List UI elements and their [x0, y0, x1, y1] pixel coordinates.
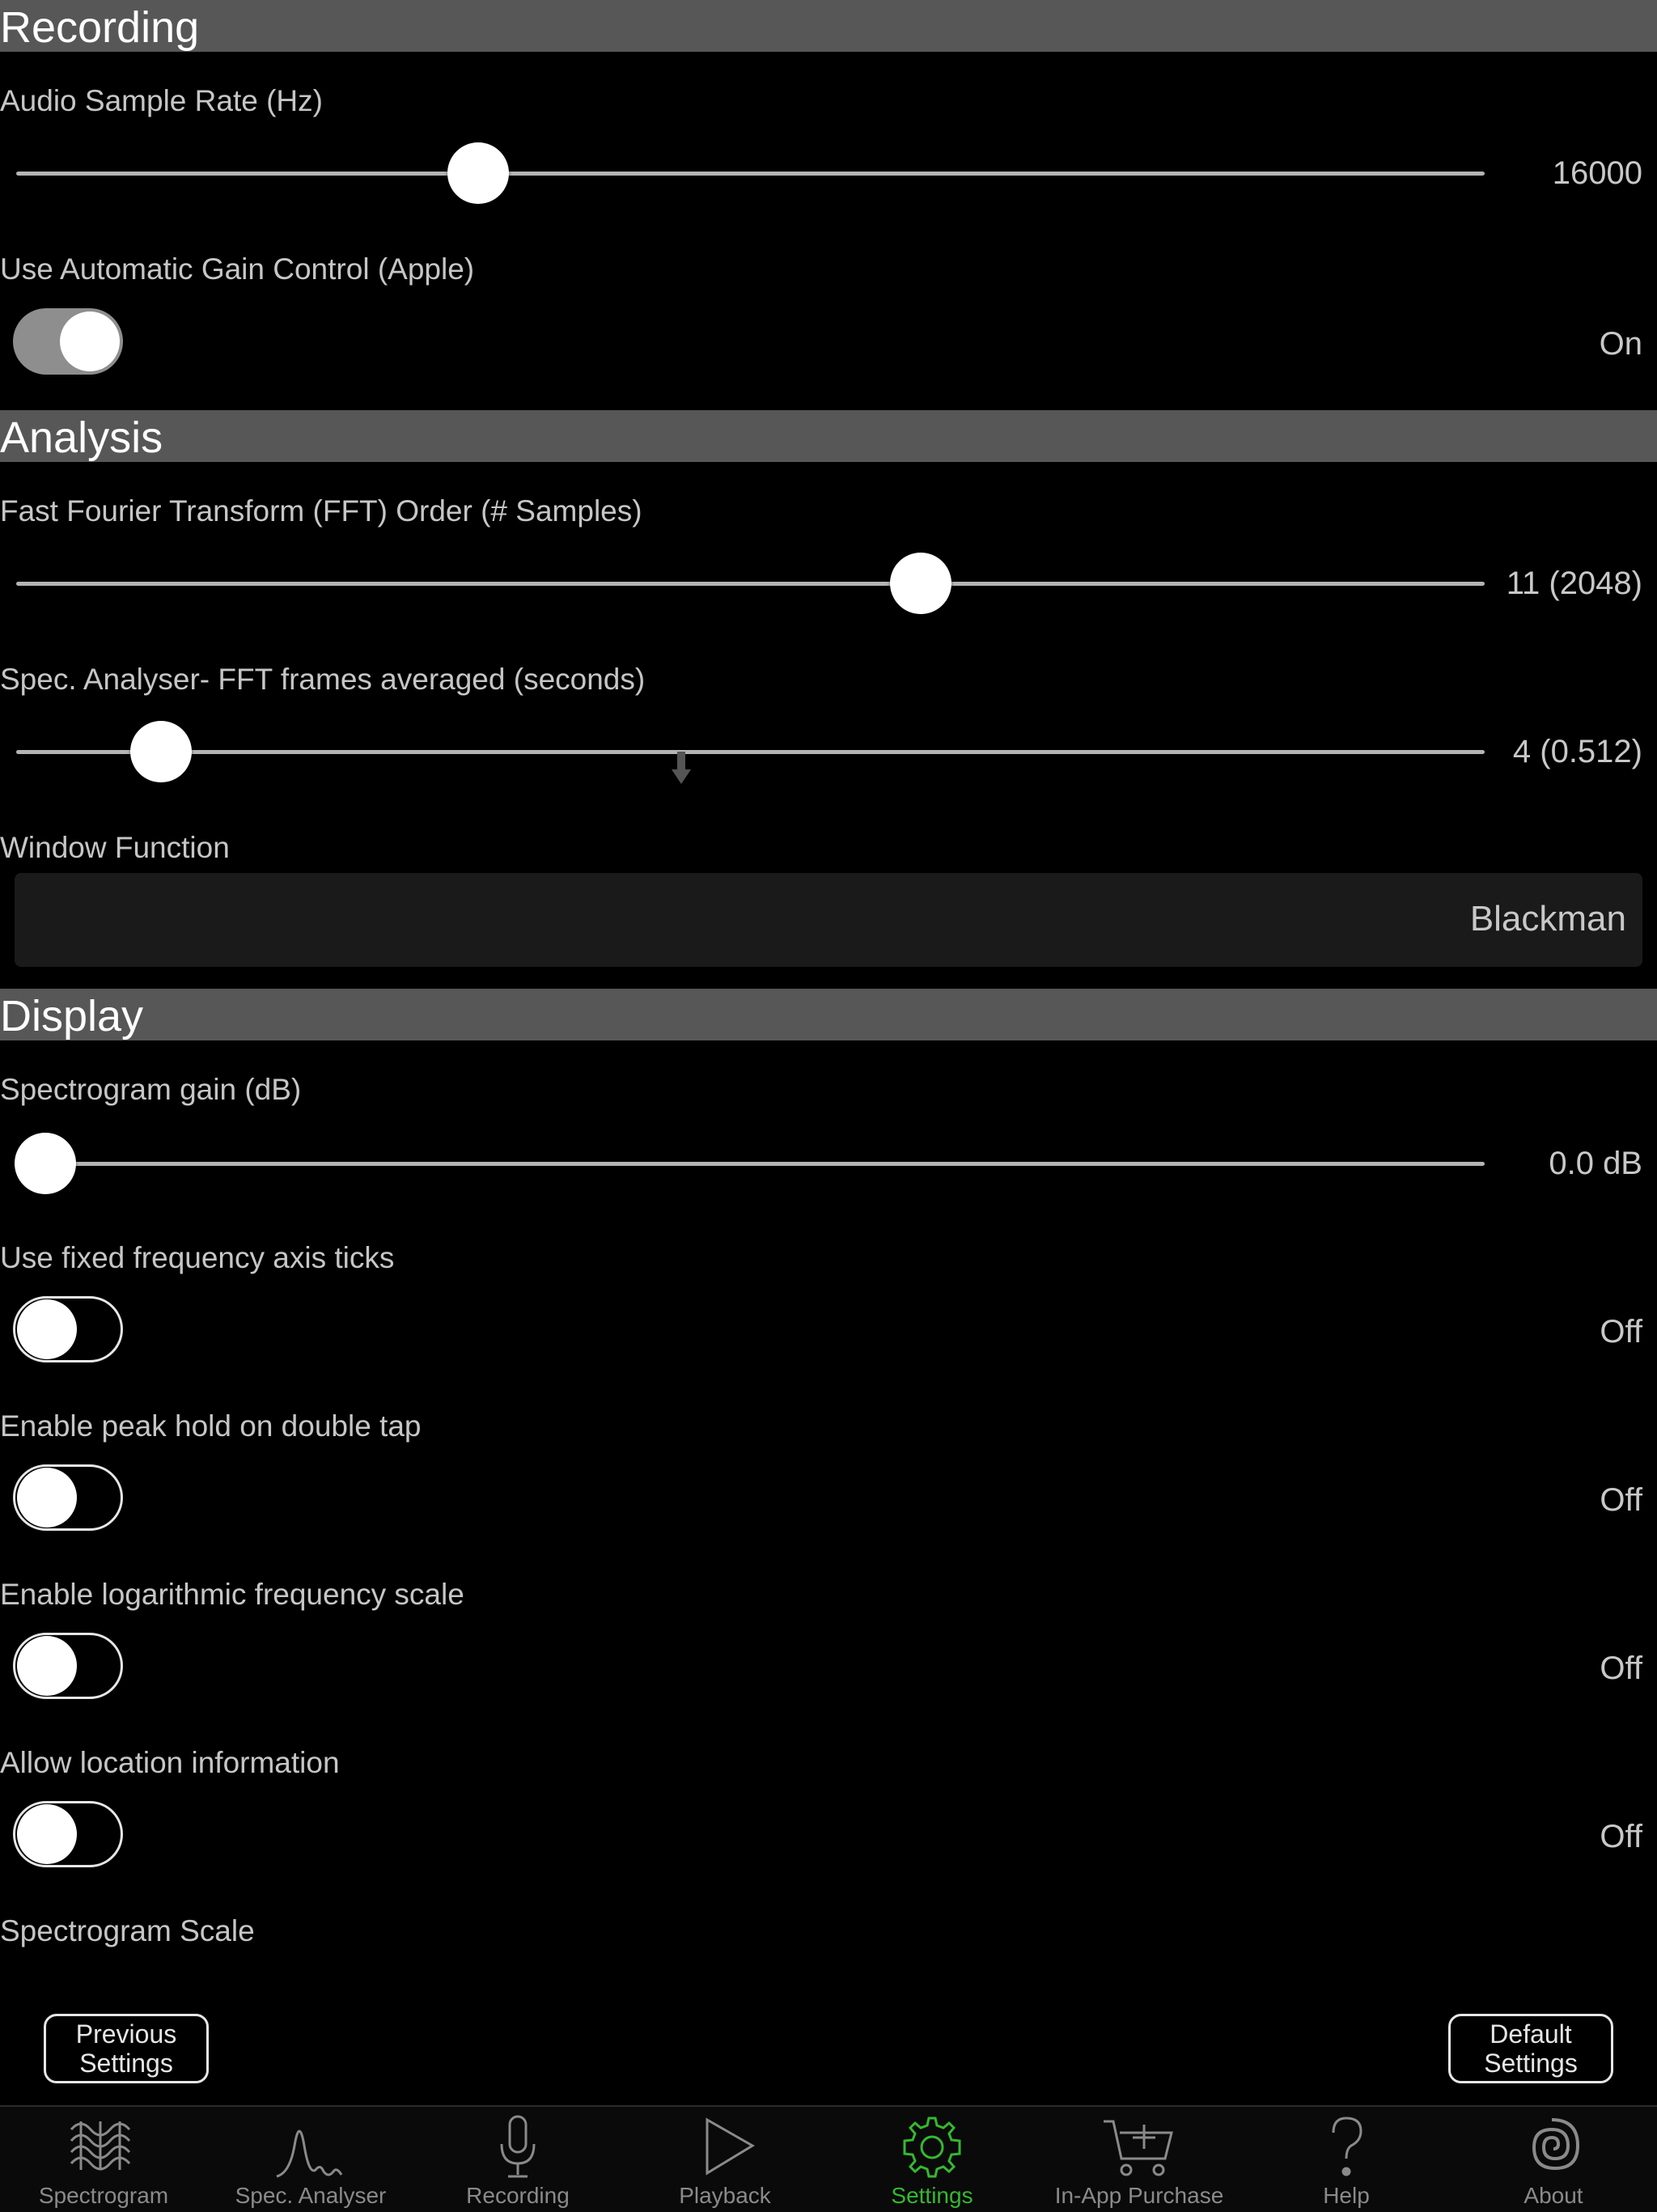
sample-rate-value: 16000	[1552, 155, 1642, 191]
tab-help[interactable]: Help	[1243, 2107, 1450, 2212]
location-toggle[interactable]	[13, 1801, 123, 1867]
question-icon	[1332, 2117, 1362, 2176]
tab-recording[interactable]: Recording	[414, 2107, 621, 2212]
fft-frames-slider[interactable]	[0, 719, 1497, 784]
previous-settings-button[interactable]: Previous Settings	[44, 2014, 209, 2083]
section-header-recording: Recording	[0, 0, 1657, 52]
tab-label: Help	[1323, 2183, 1370, 2208]
tab-in-app-purchase[interactable]: In-App Purchase	[1036, 2107, 1243, 2212]
sample-rate-slider[interactable]	[0, 141, 1497, 206]
tab-label: About	[1524, 2183, 1583, 2208]
fixed-ticks-toggle[interactable]	[13, 1296, 123, 1362]
agc-toggle[interactable]	[13, 308, 123, 375]
tab-spectrogram[interactable]: Spectrogram	[0, 2107, 207, 2212]
fixed-ticks-value: Off	[1600, 1314, 1642, 1350]
location-value: Off	[1600, 1819, 1642, 1854]
tab-label: Spec. Analyser	[235, 2183, 387, 2208]
tab-label: In-App Purchase	[1054, 2183, 1224, 2208]
fft-frames-label: Spec. Analyser- FFT frames averaged (sec…	[0, 663, 646, 696]
peak-hold-toggle[interactable]	[13, 1464, 123, 1531]
button-label-line1: Default	[1490, 2019, 1572, 2049]
tab-label: Playback	[679, 2183, 771, 2208]
spectrogram-gain-label: Spectrogram gain (dB)	[0, 1073, 302, 1106]
log-scale-label: Enable logarithmic frequency scale	[0, 1578, 464, 1611]
toggle-knob	[17, 1636, 77, 1696]
tab-label: Spectrogram	[38, 2183, 169, 2208]
button-label-line2: Settings	[1484, 2049, 1578, 2078]
spectrogram-scale-label: Spectrogram Scale	[0, 1914, 255, 1947]
fft-order-label: Fast Fourier Transform (FFT) Order (# Sa…	[0, 494, 642, 528]
play-icon	[706, 2117, 755, 2176]
agc-label: Use Automatic Gain Control (Apple)	[0, 252, 475, 286]
sample-rate-label: Audio Sample Rate (Hz)	[0, 84, 323, 117]
spectrogram-wave-icon	[70, 2121, 131, 2171]
log-scale-toggle[interactable]	[13, 1633, 123, 1699]
microphone-icon	[500, 2115, 536, 2178]
window-function-label: Window Function	[0, 831, 230, 864]
tab-settings[interactable]: Settings	[828, 2107, 1036, 2212]
peak-hold-label: Enable peak hold on double tap	[0, 1409, 422, 1443]
location-label: Allow location information	[0, 1746, 340, 1779]
toggle-knob	[17, 1299, 77, 1359]
section-header-display: Display	[0, 989, 1657, 1040]
slider-track	[16, 172, 1485, 176]
tab-about[interactable]: About	[1450, 2107, 1657, 2212]
spectrum-peak-icon	[276, 2129, 343, 2178]
toggle-knob	[17, 1468, 77, 1528]
agc-value: On	[1599, 326, 1642, 362]
tab-bar: Spectrogram Spec. Analyser Recording Pla…	[0, 2105, 1657, 2212]
section-title: Analysis	[0, 413, 163, 462]
tab-label: Recording	[466, 2183, 570, 2208]
tab-spec-analyser[interactable]: Spec. Analyser	[207, 2107, 414, 2212]
toggle-knob	[17, 1804, 77, 1864]
tab-label: Settings	[891, 2183, 973, 2208]
peak-hold-value: Off	[1600, 1482, 1642, 1518]
peak-marker-icon	[672, 752, 691, 784]
fft-order-slider[interactable]	[0, 551, 1497, 616]
section-title: Recording	[0, 3, 200, 52]
button-label-line2: Settings	[79, 2049, 173, 2078]
default-settings-button[interactable]: Default Settings	[1448, 2014, 1613, 2083]
button-label-line1: Previous	[75, 2019, 177, 2049]
window-function-value: Blackman	[1469, 899, 1626, 939]
gear-icon	[903, 2117, 961, 2178]
window-function-select[interactable]: Blackman	[15, 873, 1642, 967]
tab-playback[interactable]: Playback	[621, 2107, 828, 2212]
spectrogram-gain-slider[interactable]	[0, 1131, 1497, 1196]
slider-track	[16, 1162, 1485, 1166]
fft-frames-value: 4 (0.512)	[1512, 734, 1642, 769]
spectrogram-gain-value: 0.0 dB	[1549, 1146, 1642, 1181]
log-scale-value: Off	[1600, 1651, 1642, 1686]
slider-track	[16, 750, 1485, 754]
slider-thumb[interactable]	[15, 1133, 76, 1194]
slider-thumb[interactable]	[130, 721, 193, 782]
section-header-analysis: Analysis	[0, 410, 1657, 462]
toggle-knob	[60, 311, 120, 371]
fft-order-value: 11 (2048)	[1506, 566, 1642, 601]
spiral-icon	[1532, 2118, 1580, 2171]
slider-thumb[interactable]	[889, 553, 951, 614]
fixed-ticks-label: Use fixed frequency axis ticks	[0, 1241, 395, 1274]
slider-track	[16, 582, 1485, 586]
slider-thumb[interactable]	[447, 142, 510, 204]
cart-icon	[1104, 2120, 1173, 2176]
section-title: Display	[0, 992, 144, 1040]
